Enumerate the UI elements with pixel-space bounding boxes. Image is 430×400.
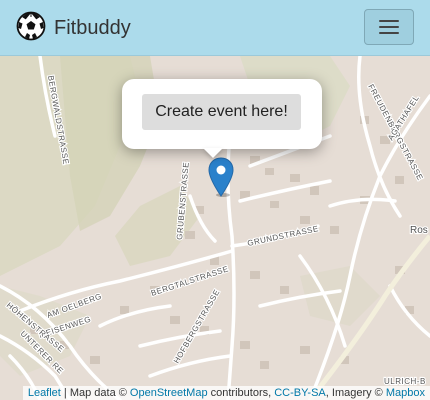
hamburger-menu-icon [379, 20, 399, 22]
create-event-popup: Create event here! [122, 79, 322, 149]
map-pin-icon[interactable] [208, 157, 234, 202]
license-link[interactable]: CC-BY-SA [274, 387, 326, 399]
brand-name: Fitbuddy [54, 16, 131, 39]
popup-tip [203, 148, 223, 158]
map-attribution: Leaflet | Map data © OpenStreetMap contr… [22, 386, 430, 400]
create-event-button[interactable]: Create event here! [142, 94, 301, 130]
hamburger-menu-icon-bar [379, 32, 399, 34]
map-view[interactable]: BERGWALDSTRASSE FREUDENBERGSTRASSE AGATH… [0, 56, 430, 400]
street-label-ros: Ros [410, 225, 428, 236]
street-label-ulrich: ULRICH-B [384, 377, 426, 386]
navbar-toggle-button[interactable] [364, 9, 414, 45]
attribution-imagery: , Imagery © [325, 387, 386, 399]
leaflet-link[interactable]: Leaflet [28, 387, 61, 399]
openstreetmap-link[interactable]: OpenStreetMap [130, 387, 208, 399]
attribution-contributors: contributors, [207, 387, 275, 399]
mapbox-link[interactable]: Mapbox [386, 387, 425, 399]
soccer-ball-icon [16, 11, 46, 46]
navbar: Fitbuddy [0, 0, 430, 56]
attribution-text: | Map data © [60, 387, 130, 399]
hamburger-menu-icon-bar [379, 26, 399, 28]
brand-link[interactable]: Fitbuddy [16, 11, 131, 46]
